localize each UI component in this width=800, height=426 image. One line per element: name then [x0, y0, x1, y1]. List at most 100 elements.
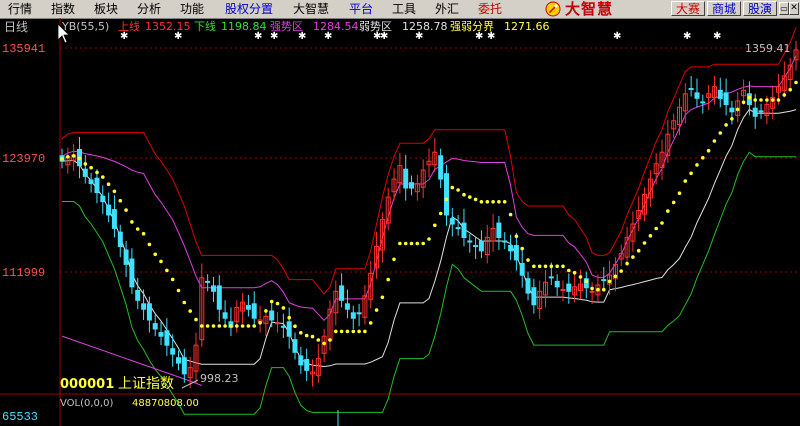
menu-bar: 行情 指数 板块 分析 功能 股权分置 大智慧 平台 工具 外汇 委托 大智慧 …: [0, 0, 800, 19]
logo: 大智慧: [543, 0, 669, 18]
band-lines: [61, 27, 797, 415]
signal-marker-icon: ✱: [270, 31, 278, 42]
candle-body: [589, 290, 595, 293]
close-icon[interactable]: ✕: [789, 2, 799, 15]
boundary-dot: [258, 320, 262, 325]
weak-zone-value: 1258.78: [402, 20, 448, 33]
boundary-dot: [287, 315, 292, 320]
boundary-dot: [794, 80, 798, 85]
boundary-dot: [561, 264, 565, 269]
price-chart: 135941 123970 111999 65533 日线 YB(55,5) 上…: [0, 18, 800, 426]
boundary-dot: [444, 197, 449, 202]
boundary-dot: [456, 188, 460, 192]
boundary-dot: [613, 274, 618, 279]
candle-body: [403, 168, 409, 189]
menu-item-tools[interactable]: 工具: [392, 0, 416, 18]
signal-marker-icon: ✱: [254, 31, 262, 42]
boundary-dot: [159, 259, 163, 264]
boundary-dot: [269, 299, 274, 304]
candle-body: [88, 179, 94, 185]
candle-body: [94, 177, 100, 194]
candle-body: [269, 310, 275, 321]
candle-body: [438, 155, 444, 180]
boundary-dot: [654, 226, 658, 231]
boundary-dot: [147, 242, 152, 247]
menu-item-rights-issue[interactable]: 股权分置: [225, 0, 273, 18]
candle-body: [245, 305, 251, 310]
boundary-dot: [596, 287, 600, 292]
boundary-dot: [357, 329, 361, 334]
candle-body: [111, 209, 117, 229]
boundary-dot: [520, 246, 524, 251]
y-tick-label: 123970: [2, 152, 45, 166]
boundary-dot: [549, 264, 554, 269]
boundary-dot: [368, 321, 373, 325]
menu-item-dazhihui[interactable]: 大智慧: [293, 0, 329, 18]
contest-button[interactable]: 大赛: [671, 1, 705, 16]
boundary-dot: [374, 308, 379, 312]
restore-icon[interactable]: ▭: [779, 2, 789, 15]
y-tick-label: 111999: [2, 266, 45, 280]
boundary-dot: [427, 237, 431, 241]
boundary-dot: [223, 324, 227, 328]
boundary-dot: [380, 295, 385, 300]
boundary-dot: [718, 131, 723, 135]
boundary-value: 1271.66: [504, 20, 550, 33]
candle-body: [409, 182, 414, 189]
menu-item-platform[interactable]: 平台: [349, 0, 373, 18]
menu-item-analysis[interactable]: 分析: [137, 0, 161, 18]
boundary-dot: [701, 156, 705, 160]
candle-body: [729, 107, 735, 113]
candle-body: [548, 276, 554, 279]
signal-marker-icon: ✱: [475, 31, 483, 42]
boundary-dot: [398, 241, 402, 246]
demo-button[interactable]: 股演: [743, 1, 777, 16]
volume-indicator-value: 48870808.00: [132, 398, 199, 409]
candle-body: [461, 222, 467, 239]
boundary-dot: [741, 100, 746, 105]
boundary-dot: [765, 98, 769, 102]
boundary-dot: [363, 329, 367, 334]
boundary-dot: [310, 334, 315, 339]
boundary-dot: [101, 175, 105, 179]
menu-item-quotes[interactable]: 行情: [8, 0, 32, 18]
boundary-dot: [153, 252, 157, 257]
boundary-dot: [602, 287, 606, 292]
boundary-dot: [526, 258, 530, 262]
boundary-dot: [485, 200, 490, 204]
boundary-dot: [590, 286, 594, 291]
boundary-dot: [170, 277, 175, 282]
menu-item-index[interactable]: 指数: [51, 0, 75, 18]
boundary-dot: [788, 87, 792, 92]
boundary-dot: [339, 329, 344, 334]
boundary-dot: [118, 198, 123, 203]
candle-body: [181, 357, 187, 375]
candle-body: [566, 283, 572, 292]
candle-body: [455, 227, 461, 230]
candle-body: [473, 245, 479, 247]
candle-body: [723, 92, 729, 106]
boundary-dot: [194, 317, 198, 322]
boundary-dot: [421, 241, 426, 246]
boundary-dot: [176, 288, 181, 293]
boundary-dot: [235, 324, 239, 328]
menu-item-functions[interactable]: 功能: [180, 0, 204, 18]
menu-item-forex[interactable]: 外汇: [435, 0, 459, 18]
candle-body: [752, 107, 758, 117]
signal-marker-icon: ✱: [120, 31, 128, 42]
signal-marker-icon: ✱: [174, 31, 182, 42]
mall-button[interactable]: 商城: [707, 1, 741, 16]
boundary-dot: [735, 107, 740, 112]
menu-item-entrust[interactable]: 委托: [478, 0, 502, 18]
boundary-dot: [141, 231, 146, 236]
menu-item-sectors[interactable]: 板块: [94, 0, 118, 18]
boundary-dot: [502, 200, 507, 204]
boundary-dot: [252, 324, 256, 328]
boundary-dot: [625, 261, 629, 266]
boundary-dot: [479, 200, 484, 204]
candle-body: [502, 240, 508, 243]
high-price-annotation: 1359.41: [745, 42, 791, 55]
boundary-dot: [514, 234, 519, 239]
candle-body: [467, 240, 473, 243]
signal-marker-icon: ✱: [683, 31, 691, 42]
